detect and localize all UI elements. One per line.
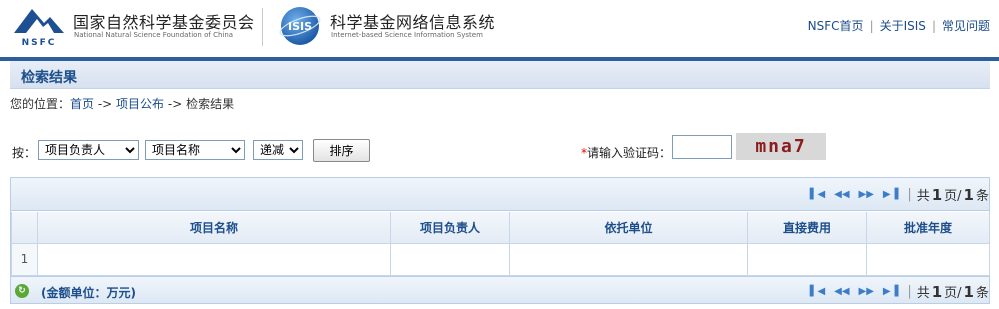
col-header-index: [11, 212, 38, 244]
sort-field-1-select[interactable]: 项目负责人: [38, 140, 139, 160]
cell-project-name: [37, 242, 391, 276]
link-about-isis[interactable]: 关于ISIS: [880, 19, 926, 33]
captcha-label: *请输入验证码：: [581, 144, 671, 161]
captcha-image[interactable]: mna7: [736, 133, 826, 160]
cell-institution: [509, 242, 748, 276]
refresh-icon[interactable]: ↻: [15, 284, 29, 298]
next-page-icon[interactable]: ▶▶: [859, 286, 874, 297]
org-name-en: National Natural Science Foundation of C…: [74, 31, 234, 39]
link-nsfc-home[interactable]: NSFC首页: [808, 19, 864, 33]
pager-middle: 页/: [944, 286, 962, 301]
table-row[interactable]: 1: [11, 242, 990, 276]
pager-top: ▌◀ ◀◀ ▶▶ ▶▐ | 共 1 页/ 1 条: [11, 178, 989, 211]
pager-controls: ▌◀ ◀◀ ▶▶ ▶▐ | 共 1 页/ 1 条: [810, 185, 989, 205]
row-number: 1: [11, 242, 38, 276]
pager-bottom: ↻ (金额单位：万元) ▌◀ ◀◀ ▶▶ ▶▐ | 共 1 页/ 1 条: [11, 276, 989, 303]
sort-label: 按：: [12, 146, 37, 160]
last-page-icon[interactable]: ▶▐: [883, 189, 898, 200]
pager-prefix: 共: [916, 286, 930, 301]
breadcrumb-separator: ->: [94, 97, 117, 111]
breadcrumb-project-publish[interactable]: 项目公布: [116, 97, 164, 111]
page-title: 检索结果: [21, 70, 77, 86]
results-table: 项目名称 项目负责人 依托单位 直接费用 批准年度 1: [11, 212, 990, 276]
first-page-icon[interactable]: ▌◀: [810, 286, 825, 297]
prev-page-icon[interactable]: ◀◀: [834, 286, 849, 297]
system-name-en: Internet-based Science Information Syste…: [331, 31, 483, 39]
col-header-project-name[interactable]: 项目名称: [37, 212, 391, 244]
col-header-institution[interactable]: 依托单位: [509, 212, 748, 244]
col-header-direct-cost[interactable]: 直接费用: [747, 212, 867, 244]
pager-suffix: 条: [975, 189, 989, 204]
breadcrumb-prefix: 您的位置：: [10, 97, 71, 111]
table-header-row: 项目名称 项目负责人 依托单位 直接费用 批准年度: [11, 212, 990, 244]
page-title-bar: 检索结果: [10, 61, 990, 89]
col-header-principal[interactable]: 项目负责人: [390, 212, 510, 244]
breadcrumb-home[interactable]: 首页: [70, 97, 94, 111]
pager-suffix: 条: [975, 286, 989, 301]
isis-logo-text: ISIS: [288, 20, 312, 33]
cell-principal: [390, 242, 510, 276]
prev-page-icon[interactable]: ◀◀: [834, 189, 849, 200]
org-name-cn: 国家自然科学基金委员会: [73, 13, 255, 32]
pager-divider: |: [907, 284, 912, 299]
captcha-input[interactable]: [672, 135, 732, 159]
breadcrumb: 您的位置：首页 -> 项目公布 -> 检索结果: [10, 95, 234, 112]
site-header: NSFC 国家自然科学基金委员会 National Natural Scienc…: [0, 0, 999, 57]
next-page-icon[interactable]: ▶▶: [859, 189, 874, 200]
link-faq[interactable]: 常见问题: [942, 19, 990, 33]
isis-logo-icon[interactable]: ISIS: [277, 5, 323, 47]
header-divider: [262, 8, 263, 46]
pager-controls-bottom: ▌◀ ◀◀ ▶▶ ▶▐ | 共 1 页/ 1 条: [810, 282, 989, 302]
pager-prefix: 共: [916, 189, 930, 204]
sort-order-select[interactable]: 递减: [253, 140, 303, 160]
sort-field-2-select[interactable]: 项目名称: [145, 140, 245, 160]
results-panel: ▌◀ ◀◀ ▶▶ ▶▐ | 共 1 页/ 1 条 项目名称 项目负责人 依托单位…: [10, 177, 990, 304]
cell-approval-year: [866, 242, 990, 276]
captcha-label-text: 请输入验证码：: [587, 146, 672, 160]
breadcrumb-separator: ->: [164, 97, 187, 111]
pager-total: 1: [963, 185, 974, 204]
amount-unit-note: (金额单位：万元): [41, 286, 136, 300]
pager-divider: |: [907, 187, 912, 202]
nsfc-logo-text: NSFC: [22, 38, 57, 47]
col-header-approval-year[interactable]: 批准年度: [866, 212, 990, 244]
link-separator: |: [869, 19, 874, 33]
system-name-cn: 科学基金网络信息系统: [330, 13, 496, 32]
cell-direct-cost: [747, 242, 867, 276]
sort-button[interactable]: 排序: [313, 139, 370, 162]
last-page-icon[interactable]: ▶▐: [883, 286, 898, 297]
pager-current: 1: [931, 282, 943, 301]
breadcrumb-current: 检索结果: [186, 97, 235, 111]
first-page-icon[interactable]: ▌◀: [810, 189, 825, 200]
top-links: NSFC首页 | 关于ISIS | 常见问题: [808, 17, 990, 34]
sort-toolbar: 按： 项目负责人 项目名称 递减 排序 *请输入验证码： mna7: [12, 133, 992, 162]
nsfc-logo-icon[interactable]: NSFC: [10, 5, 68, 47]
pager-middle: 页/: [944, 189, 962, 204]
pager-current: 1: [931, 185, 943, 204]
pager-total: 1: [963, 282, 974, 301]
link-separator: |: [931, 19, 936, 33]
